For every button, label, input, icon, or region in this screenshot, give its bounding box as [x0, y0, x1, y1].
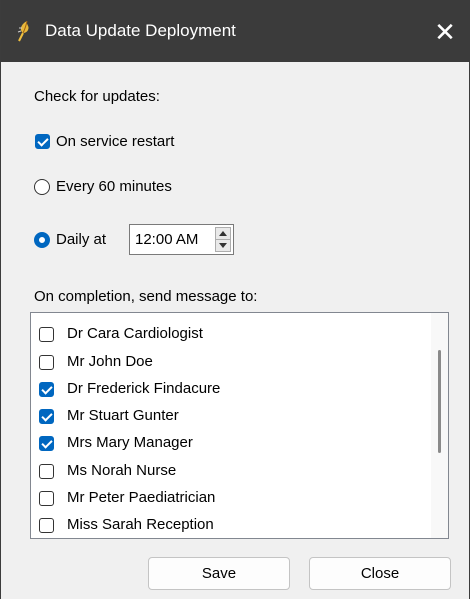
time-increment-button[interactable] [216, 228, 230, 240]
recipient-label[interactable]: Dr Cara Cardiologist [67, 325, 203, 342]
app-feather-icon [17, 20, 29, 42]
recipient-label[interactable]: Dr Frederick Findacure [67, 380, 220, 397]
daily-time-picker[interactable]: 12:00 AM [129, 224, 234, 255]
daily-time-value[interactable]: 12:00 AM [135, 231, 198, 248]
every-60-minutes-label[interactable]: Every 60 minutes [56, 178, 172, 195]
list-item[interactable]: Mr Stuart Gunter [31, 403, 421, 429]
recipient-label[interactable]: Mr Peter Paediatrician [67, 489, 215, 506]
time-decrement-button[interactable] [216, 240, 230, 251]
close-button[interactable]: Close [309, 557, 451, 590]
recipient-checkbox[interactable] [39, 327, 54, 342]
list-item[interactable]: Mr John Doe [31, 349, 421, 375]
close-icon: ✕ [434, 17, 456, 47]
completion-heading: On completion, send message to: [34, 288, 258, 305]
close-window-button[interactable]: ✕ [427, 14, 463, 50]
save-button[interactable]: Save [148, 557, 290, 590]
every-60-minutes-radio[interactable] [34, 179, 50, 195]
list-item[interactable]: Mr Peter Paediatrician [31, 485, 421, 511]
chevron-down-icon [219, 243, 227, 248]
recipient-label[interactable]: Miss Sarah Reception [67, 516, 214, 533]
list-scrollbar[interactable] [431, 313, 448, 538]
daily-at-label[interactable]: Daily at [56, 231, 106, 248]
list-item[interactable]: Mrs Mary Manager [31, 430, 421, 456]
check-updates-heading: Check for updates: [34, 88, 160, 105]
recipient-checkbox[interactable] [39, 491, 54, 506]
recipient-checkbox[interactable] [39, 518, 54, 533]
daily-at-radio[interactable] [34, 232, 50, 248]
list-item[interactable]: Dr Cara Cardiologist [31, 321, 421, 347]
on-service-restart-checkbox[interactable] [35, 134, 50, 149]
scrollbar-thumb[interactable] [438, 350, 441, 453]
on-service-restart-label[interactable]: On service restart [56, 133, 174, 150]
title-bar: Data Update Deployment ✕ [1, 0, 470, 62]
recipient-checkbox[interactable] [39, 382, 54, 397]
chevron-up-icon [219, 231, 227, 236]
window-title: Data Update Deployment [45, 21, 236, 40]
recipient-label[interactable]: Mr Stuart Gunter [67, 407, 179, 424]
recipient-label[interactable]: Mr John Doe [67, 353, 153, 370]
recipient-checkbox[interactable] [39, 355, 54, 370]
recipients-list[interactable]: Dr Cara Cardiologist Mr John Doe Dr Fred… [30, 312, 449, 539]
list-item[interactable]: Dr Frederick Findacure [31, 376, 421, 402]
list-item[interactable]: Miss Sarah Reception [31, 512, 421, 538]
recipient-checkbox[interactable] [39, 409, 54, 424]
time-spinner[interactable] [215, 227, 231, 252]
recipient-label[interactable]: Mrs Mary Manager [67, 434, 193, 451]
list-item[interactable]: Ms Norah Nurse [31, 458, 421, 484]
recipient-checkbox[interactable] [39, 464, 54, 479]
recipient-label[interactable]: Ms Norah Nurse [67, 462, 176, 479]
dialog-window: Data Update Deployment ✕ Check for updat… [0, 0, 470, 599]
recipient-checkbox[interactable] [39, 436, 54, 451]
